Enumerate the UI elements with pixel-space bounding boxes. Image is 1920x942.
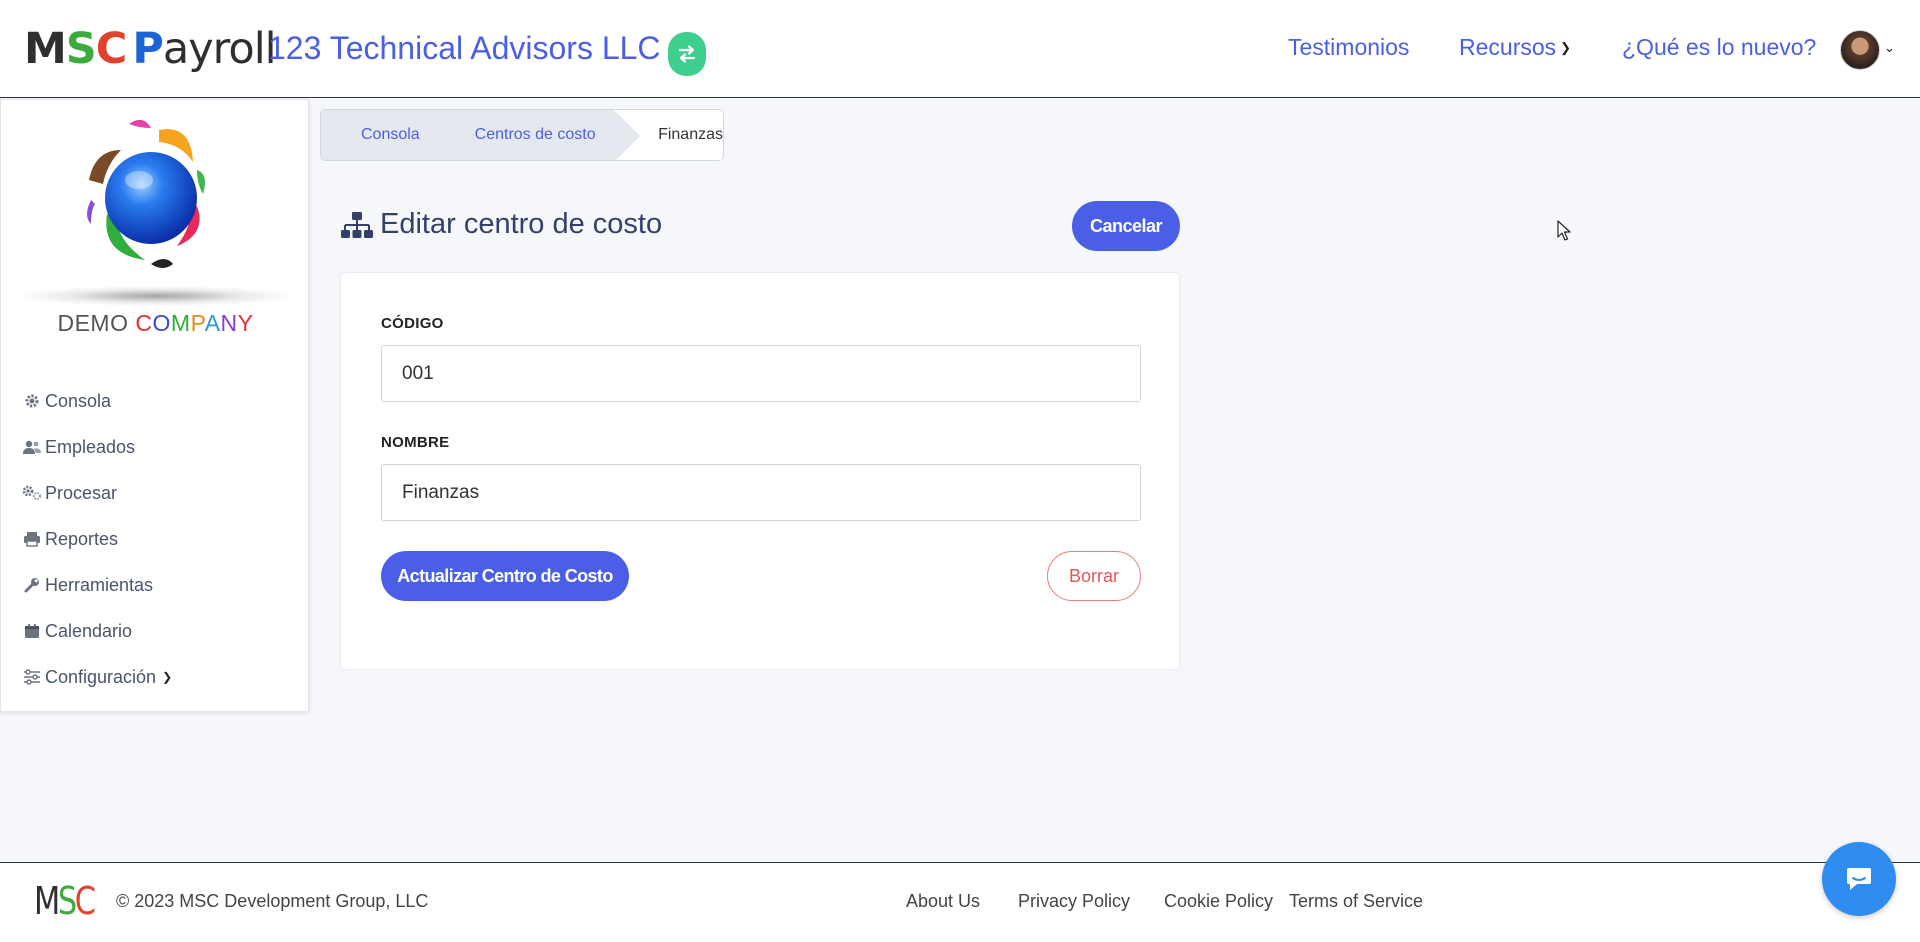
sidebar-item-procesar[interactable]: Procesar: [21, 470, 172, 516]
footer-msc-logo[interactable]: MSC: [34, 879, 96, 923]
sidebar-item-empleados[interactable]: Empleados: [21, 424, 172, 470]
edit-cost-center-form: CÓDIGO NOMBRE Actualizar Centro de Costo…: [340, 272, 1180, 670]
top-header: M S C P ayroll 123 Technical Advisors LL…: [0, 0, 1920, 98]
logo-letter-p: P: [132, 24, 164, 74]
copyright-text: © 2023 MSC Development Group, LLC: [116, 891, 429, 911]
breadcrumb-centros-de-costo[interactable]: Centros de costo: [444, 110, 641, 160]
switch-arrows-icon: [678, 45, 696, 63]
brand-letter: M: [170, 310, 191, 336]
mouse-cursor-icon: [1557, 220, 1571, 241]
logo-letter-c: C: [95, 24, 128, 74]
footer-logo-letter: M: [34, 879, 60, 923]
sidebar-item-label: Consola: [45, 390, 112, 411]
brand-letter: C: [135, 310, 153, 336]
cancel-button[interactable]: Cancelar: [1072, 201, 1180, 251]
chat-button[interactable]: [1822, 842, 1896, 916]
brand-letter: O: [152, 310, 171, 336]
users-icon: [21, 439, 43, 455]
footer-link-cookie[interactable]: Cookie Policy: [1164, 891, 1273, 912]
logo-letter-s: S: [65, 24, 97, 74]
nav-recursos-label: Recursos: [1459, 34, 1557, 60]
logo-shadow: [21, 286, 291, 306]
chevron-down-icon: ❯: [162, 670, 173, 684]
calendar-icon: [21, 623, 43, 639]
nav-recursos[interactable]: Recursos ❯: [1459, 34, 1571, 61]
codigo-label: CÓDIGO: [381, 315, 444, 332]
gear-icon: [21, 393, 43, 409]
logo-letter-m: M: [24, 24, 67, 74]
brand-demo-text: DEMO: [57, 310, 136, 336]
chat-bubble-icon: [1847, 868, 1871, 890]
msc-payroll-logo[interactable]: M S C P ayroll: [24, 24, 277, 74]
brand-letter: A: [204, 310, 221, 336]
breadcrumb-consola[interactable]: Consola: [321, 110, 445, 160]
footer-link-about[interactable]: About Us: [906, 891, 980, 912]
printer-icon: [21, 531, 43, 547]
sidebar-item-label: Herramientas: [45, 574, 154, 595]
sidebar-item-label: Reportes: [45, 528, 119, 549]
nav-whats-new[interactable]: ¿Qué es lo nuevo?: [1622, 34, 1816, 61]
user-avatar[interactable]: [1840, 30, 1880, 70]
wrench-icon: [21, 577, 43, 593]
footer-link-privacy[interactable]: Privacy Policy: [1018, 891, 1130, 912]
demo-company-name: DEMO COMPANY: [1, 310, 310, 337]
sidebar-item-calendario[interactable]: Calendario: [21, 608, 172, 654]
sidebar-menu: Consola Empleados Procesar Reportes Herr…: [21, 378, 172, 700]
sidebar: DEMO COMPANY Consola Empleados Procesar …: [0, 99, 309, 712]
sidebar-item-label: Empleados: [45, 436, 136, 457]
footer-logo-letter: S: [57, 879, 77, 923]
page-title-text: Editar centro de costo: [380, 208, 663, 240]
chevron-down-icon[interactable]: ⌄: [1884, 40, 1895, 56]
page-title: Editar centro de costo: [340, 208, 662, 241]
sidebar-item-configuracion[interactable]: Configuración ❯: [21, 654, 172, 700]
footer-link-terms[interactable]: Terms of Service: [1289, 891, 1423, 912]
sidebar-item-label: Procesar: [45, 482, 118, 503]
brand-letter: N: [220, 310, 238, 336]
sidebar-item-reportes[interactable]: Reportes: [21, 516, 172, 562]
logo-word-rest: ayroll: [162, 24, 277, 74]
cogs-icon: [21, 485, 43, 501]
brand-letter: Y: [237, 310, 254, 336]
company-name: 123 Technical Advisors LLC: [268, 30, 661, 66]
sitemap-icon: [341, 211, 373, 238]
nombre-input[interactable]: [381, 464, 1141, 521]
codigo-input[interactable]: [381, 345, 1141, 402]
demo-company-globe-logo: [87, 119, 205, 268]
sidebar-item-consola[interactable]: Consola: [21, 378, 172, 424]
sidebar-item-herramientas[interactable]: Herramientas: [21, 562, 172, 608]
switch-company-button[interactable]: [668, 32, 706, 76]
brand-letter: P: [190, 310, 205, 336]
footer: MSC © 2023 MSC Development Group, LLC Ab…: [0, 862, 1920, 942]
footer-logo-letter: C: [74, 879, 96, 923]
sidebar-item-label: Calendario: [45, 620, 133, 641]
nav-testimonios[interactable]: Testimonios: [1288, 34, 1409, 61]
nombre-label: NOMBRE: [381, 434, 450, 451]
delete-button[interactable]: Borrar: [1047, 551, 1141, 601]
update-cost-center-button[interactable]: Actualizar Centro de Costo: [381, 551, 629, 601]
chevron-down-icon: ❯: [1560, 40, 1572, 55]
breadcrumb: Consola Centros de costo Finanzas: [320, 109, 724, 161]
sliders-icon: [21, 669, 43, 685]
sidebar-item-label: Configuración: [45, 666, 157, 687]
